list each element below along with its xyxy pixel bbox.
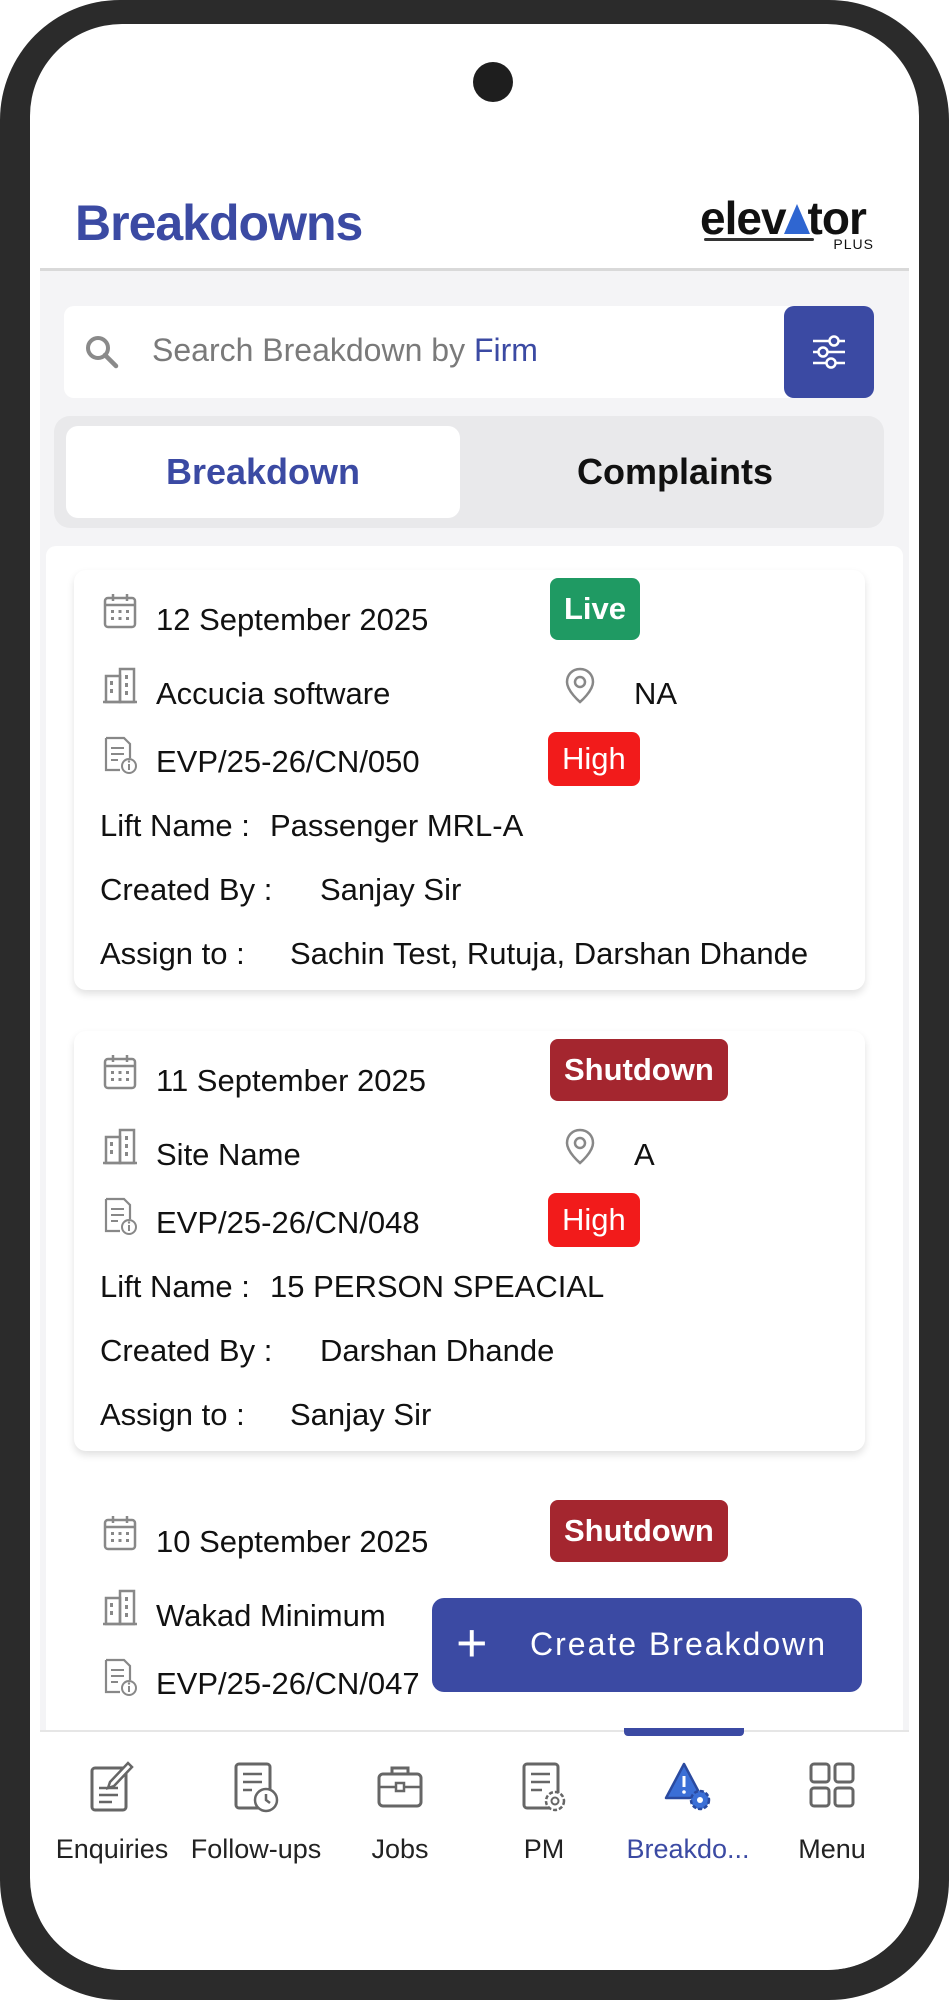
nav-label-menu: Menu xyxy=(798,1834,866,1864)
search-input[interactable]: Search Breakdown by Firm xyxy=(64,306,814,398)
sliders-filter-icon xyxy=(813,335,845,369)
building-icon xyxy=(103,1589,137,1626)
segmented-tabs: Breakdown Complaints xyxy=(54,416,884,528)
plus-icon: + xyxy=(456,1613,488,1673)
create-breakdown-label: Create Breakdown xyxy=(530,1626,828,1662)
search-placeholder: Search Breakdown by Firm xyxy=(152,332,538,369)
card-date: 10 September 2025 xyxy=(156,1524,429,1559)
card-code: EVP/25-26/CN/047 xyxy=(156,1666,420,1701)
filter-button[interactable] xyxy=(784,306,874,398)
location-pin-icon xyxy=(565,667,595,704)
document-info-icon xyxy=(104,1197,137,1235)
calendar-icon xyxy=(103,1516,137,1551)
nav-item-menu[interactable]: Menu xyxy=(760,1758,904,1868)
nav-item-pm[interactable]: PM xyxy=(472,1758,616,1868)
card-location: NA xyxy=(634,676,678,711)
breakdown-card[interactable]: 12 September 2025 Live Accucia software … xyxy=(74,570,865,990)
app-header: Breakdowns elev tor PLUS xyxy=(30,134,919,268)
location-pin-icon xyxy=(565,1128,595,1165)
assign-to-value: Sanjay Sir xyxy=(290,1397,432,1432)
building-icon xyxy=(103,667,137,704)
card-site-name: Wakad Minimum xyxy=(156,1598,386,1633)
brand-logo-text-left: elev xyxy=(700,192,787,244)
card-code: EVP/25-26/CN/050 xyxy=(156,744,420,779)
nav-label-pm: PM xyxy=(523,1834,565,1864)
assign-to-label: Assign to : xyxy=(100,1397,245,1432)
phone-frame: Breakdowns elev tor PLUS Search Breakdown… xyxy=(0,0,949,2000)
active-tab-indicator xyxy=(624,1728,744,1736)
nav-label-enquiries: Enquiries xyxy=(55,1834,169,1864)
card-code: EVP/25-26/CN/048 xyxy=(156,1205,420,1240)
status-badge: Live xyxy=(550,578,641,640)
grid-menu-icon xyxy=(809,1762,855,1808)
briefcase-icon xyxy=(377,1766,423,1808)
priority-badge: High xyxy=(548,732,640,786)
enquiries-icon xyxy=(90,1761,134,1812)
nav-item-jobs[interactable]: Jobs xyxy=(328,1758,472,1868)
status-badge: Shutdown xyxy=(550,1039,728,1101)
lift-name-label: Lift Name : xyxy=(100,1269,250,1304)
assign-to-value: Sachin Test, Rutuja, Darshan Dhande xyxy=(290,936,809,971)
card-date: 12 September 2025 xyxy=(156,602,429,637)
lift-name-value: Passenger MRL-A xyxy=(270,808,524,843)
follow-ups-icon xyxy=(234,1762,279,1813)
card-site-name: Accucia software xyxy=(156,676,391,711)
nav-item-follow-ups[interactable]: Follow-ups xyxy=(184,1758,328,1868)
nav-label-follow-ups: Follow-ups xyxy=(190,1834,322,1864)
lift-name-value: 15 PERSON SPEACIAL xyxy=(270,1269,605,1304)
brand-logo: elev tor PLUS xyxy=(700,194,880,252)
created-by-value: Sanjay Sir xyxy=(320,872,462,907)
calendar-icon xyxy=(103,594,137,629)
breakdown-card[interactable]: 11 September 2025 Shutdown Site Name A E… xyxy=(74,1031,865,1451)
search-icon xyxy=(86,336,119,369)
pm-document-gear-icon xyxy=(522,1762,566,1812)
front-camera xyxy=(473,62,513,102)
document-info-icon xyxy=(104,736,137,774)
bottom-navigation: Enquiries Follow-ups Jobs PM Breakdo... … xyxy=(40,1728,909,1970)
nav-label-breakdowns: Breakdo... xyxy=(626,1834,750,1864)
created-by-value: Darshan Dhande xyxy=(320,1333,555,1368)
card-date: 11 September 2025 xyxy=(156,1063,427,1098)
search-placeholder-highlight: Firm xyxy=(473,332,538,368)
tab-complaints[interactable]: Complaints xyxy=(478,426,872,518)
brand-logo-wordmark: elev tor xyxy=(700,194,880,242)
create-breakdown-button[interactable]: + Create Breakdown xyxy=(432,1598,862,1692)
brand-logo-triangle-icon xyxy=(783,204,810,234)
assign-to-label: Assign to : xyxy=(100,936,245,971)
created-by-label: Created By : xyxy=(100,1333,273,1368)
building-icon xyxy=(103,1128,137,1165)
nav-item-enquiries[interactable]: Enquiries xyxy=(40,1758,184,1868)
nav-label-jobs: Jobs xyxy=(371,1834,429,1864)
brand-logo-sub: PLUS xyxy=(833,236,874,252)
tab-breakdown[interactable]: Breakdown xyxy=(66,426,460,518)
search-placeholder-prefix: Search Breakdown by xyxy=(152,332,474,368)
priority-badge: High xyxy=(548,1193,640,1247)
breakdown-warning-icon xyxy=(664,1762,711,1811)
status-badge: Shutdown xyxy=(550,1500,728,1562)
app-screen: Breakdowns elev tor PLUS Search Breakdown… xyxy=(30,24,919,1970)
page-title: Breakdowns xyxy=(75,195,363,251)
calendar-icon xyxy=(103,1055,137,1090)
document-info-icon xyxy=(104,1658,137,1696)
created-by-label: Created By : xyxy=(100,872,273,907)
brand-logo-swoosh xyxy=(704,238,814,241)
lift-name-label: Lift Name : xyxy=(100,808,250,843)
card-location: A xyxy=(634,1137,655,1172)
card-site-name: Site Name xyxy=(156,1137,301,1172)
nav-item-breakdowns[interactable]: Breakdo... xyxy=(616,1758,760,1868)
